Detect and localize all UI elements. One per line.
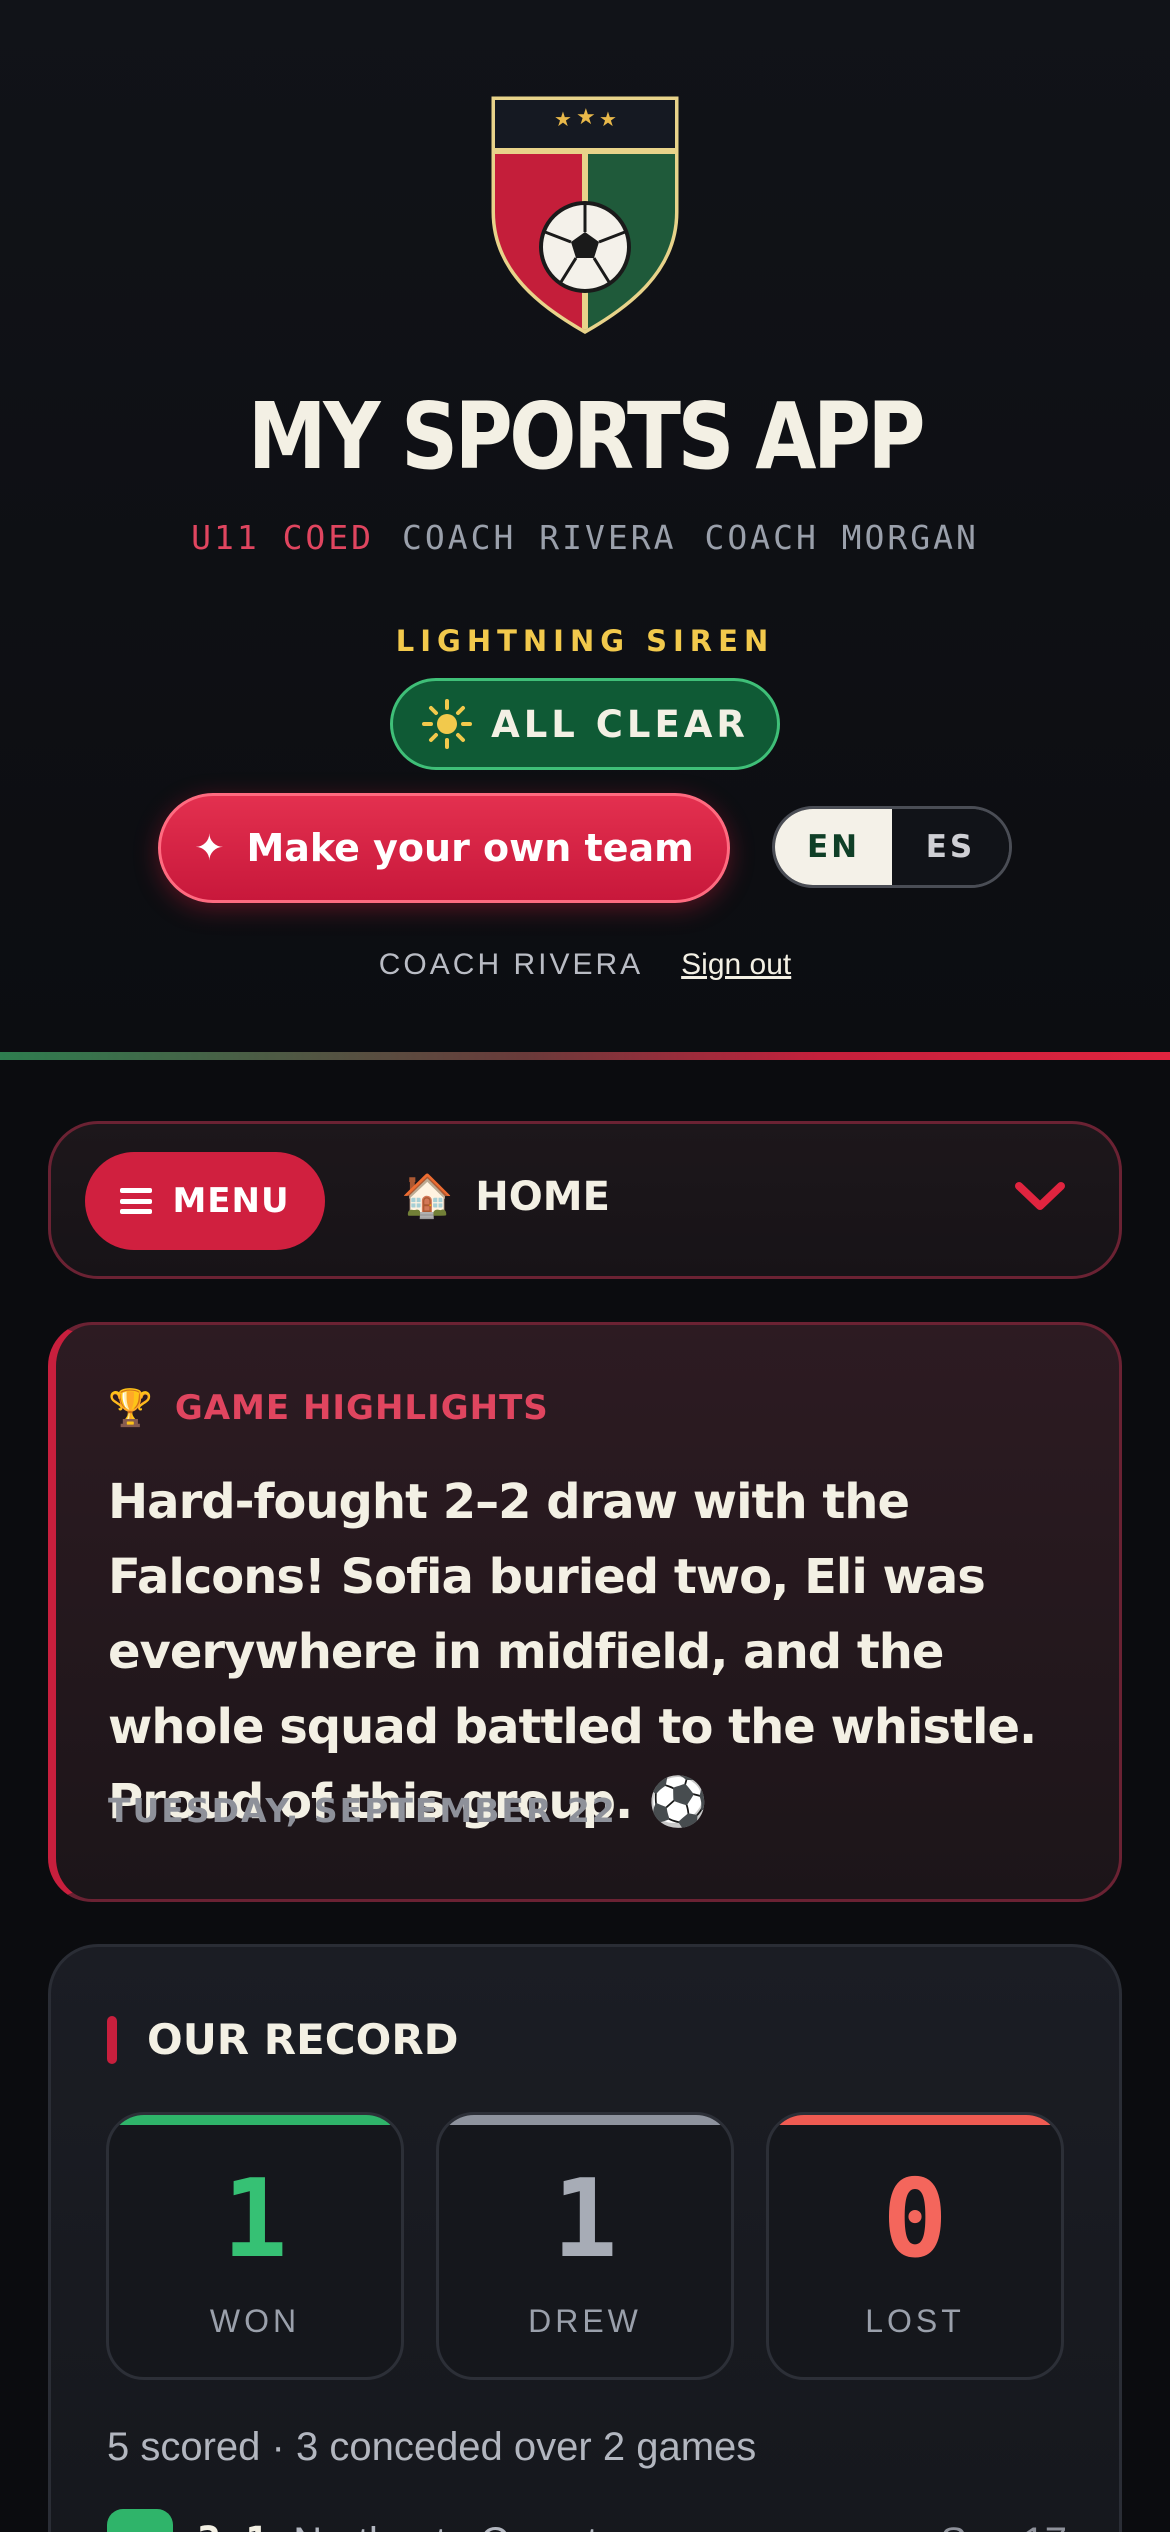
stat-label: DREW <box>528 2303 642 2339</box>
stat-value: 1 <box>222 2157 288 2282</box>
stat-won: 1 WON <box>106 2112 404 2380</box>
app-title: MY SPORTS APP <box>247 383 926 490</box>
hamburger-icon <box>120 1188 153 1214</box>
record-summary: 5 scored · 3 conceded over 2 games <box>107 2425 757 2469</box>
header-divider <box>0 1052 1170 1060</box>
siren-status-text: ALL CLEAR <box>491 702 749 746</box>
sun-icon <box>422 699 473 749</box>
siren-status-badge: ALL CLEAR <box>390 678 780 770</box>
coach-name: COACH MORGAN <box>704 518 979 557</box>
siren-label: LIGHTNING SIREN <box>395 624 775 658</box>
highlights-title: GAME HIGHLIGHTS <box>174 1388 549 1428</box>
stat-value: 1 <box>552 2157 618 2282</box>
stat-label: LOST <box>865 2303 965 2339</box>
record-card: OUR RECORD 1 WON 1 DREW 0 LOST 5 scored … <box>48 1944 1122 2532</box>
team-name: U11 COED <box>191 518 375 557</box>
make-your-own-team-button[interactable]: ✦ Make your own team <box>158 793 730 903</box>
menu-button[interactable]: MENU <box>85 1152 325 1250</box>
chevron-down-icon[interactable] <box>1013 1176 1067 1216</box>
language-option-es[interactable]: ES <box>892 809 1009 885</box>
section-accent-bar <box>107 2015 117 2064</box>
stat-accent-bar <box>439 2115 731 2125</box>
team-crest-logo: ★ ★ ★ <box>491 96 679 335</box>
game-opponent: Northgate Comets <box>293 2520 618 2532</box>
svg-text:★: ★ <box>576 105 596 130</box>
sparkle-icon: ✦ <box>194 827 225 868</box>
stat-accent-bar <box>109 2115 401 2125</box>
game-row[interactable]: 3-1 Northgate Comets Sep 17 <box>107 2507 1067 2532</box>
stat-lost: 0 LOST <box>766 2112 1064 2380</box>
home-icon: 🏠 <box>401 1172 454 1219</box>
signed-in-user: COACH RIVERA <box>378 948 644 981</box>
stat-label: WON <box>209 2303 301 2339</box>
highlights-header: 🏆 GAME HIGHLIGHTS <box>108 1387 549 1429</box>
make-team-label: Make your own team <box>246 826 694 870</box>
language-option-en[interactable]: EN <box>775 809 892 885</box>
game-highlights-card: 🏆 GAME HIGHLIGHTS Hard-fought 2–2 draw w… <box>48 1322 1122 1902</box>
record-header: OUR RECORD <box>107 2015 459 2064</box>
trophy-icon: 🏆 <box>108 1387 153 1428</box>
result-badge <box>107 2509 173 2532</box>
record-title: OUR RECORD <box>147 2015 459 2064</box>
highlights-date: TUESDAY, SEPTEMBER 22 <box>108 1791 617 1830</box>
language-toggle[interactable]: EN ES <box>772 806 1012 888</box>
stat-value: 0 <box>882 2157 948 2282</box>
coach-name: COACH RIVERA <box>402 518 677 557</box>
navigation-bar[interactable]: MENU 🏠 HOME <box>48 1121 1122 1279</box>
svg-text:★: ★ <box>554 107 572 131</box>
svg-text:★: ★ <box>599 107 617 131</box>
menu-label: MENU <box>172 1181 290 1221</box>
app-header: ★ ★ ★ MY SPORTS APP U11 COED COACH RIVERA… <box>0 0 1170 1052</box>
team-coaches-line: U11 COED COACH RIVERA COACH MORGAN <box>0 518 1170 557</box>
game-date: Sep 17 <box>940 2520 1067 2532</box>
game-score: 3-1 <box>197 2519 269 2532</box>
user-row: COACH RIVERA Sign out <box>0 948 1170 982</box>
sign-out-link[interactable]: Sign out <box>681 948 791 981</box>
current-page-label: HOME <box>475 1173 610 1220</box>
highlights-body: Hard-fought 2–2 draw with the Falcons! S… <box>108 1474 1037 1830</box>
stat-accent-bar <box>769 2115 1061 2125</box>
current-page[interactable]: 🏠 HOME <box>401 1172 610 1221</box>
stat-drew: 1 DREW <box>436 2112 734 2380</box>
